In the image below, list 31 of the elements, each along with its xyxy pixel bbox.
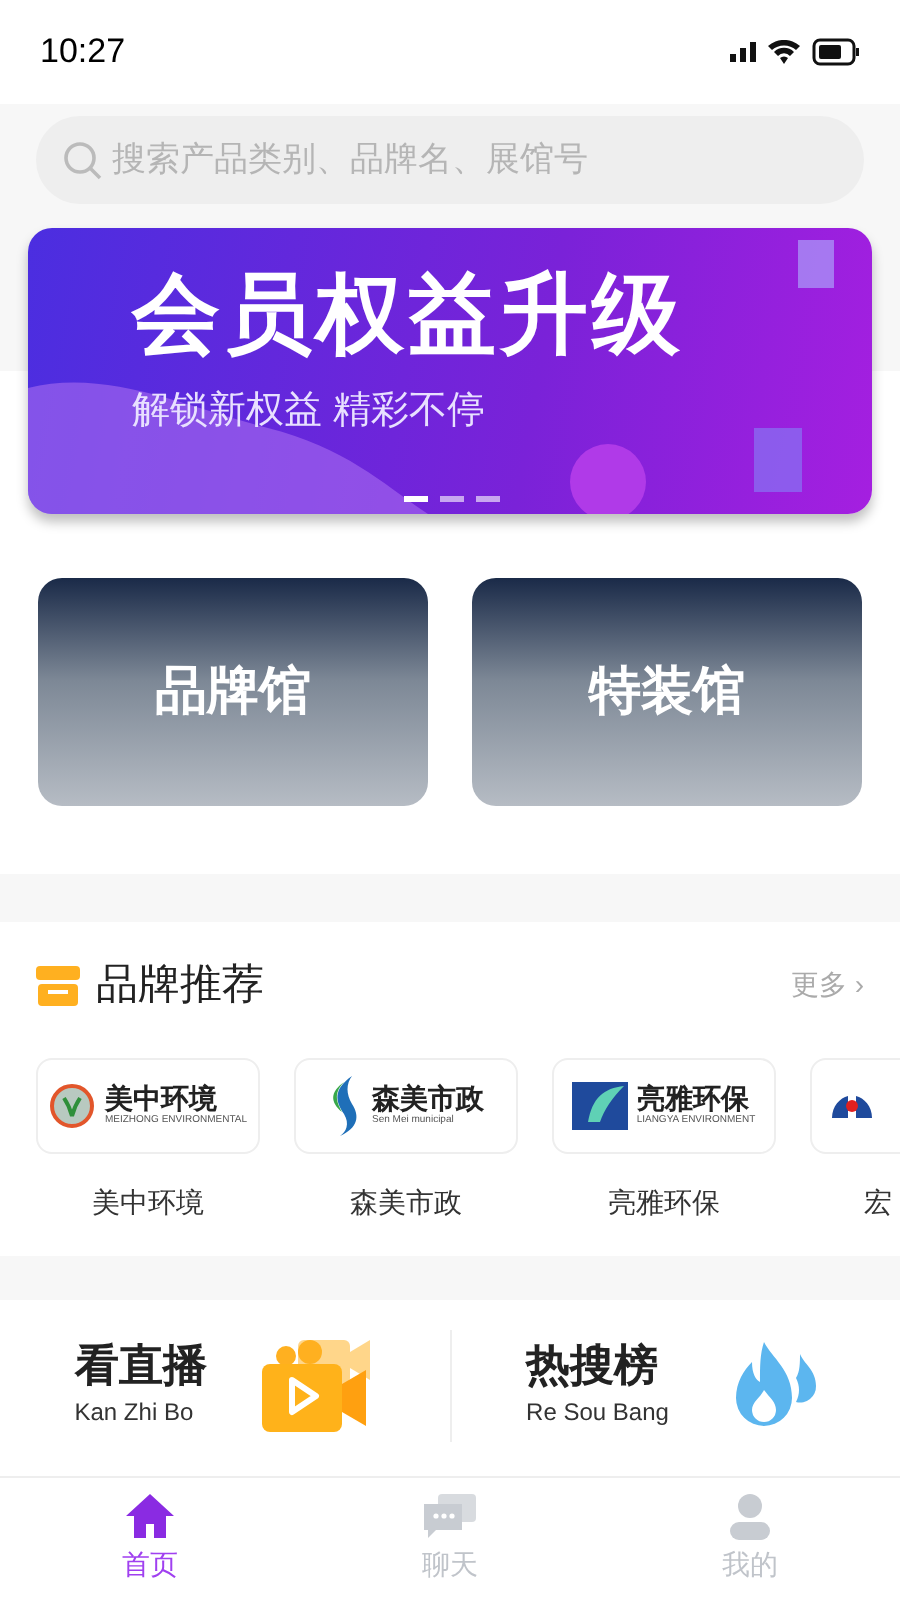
- banner-subtitle: 解锁新权益 精彩不停: [132, 388, 487, 436]
- square-logo-icon: [572, 1081, 629, 1129]
- logo-name: 亮雅环保: [636, 1084, 751, 1112]
- feature-subtitle: Re Sou Bang: [526, 1396, 669, 1431]
- wifi-icon: [768, 40, 800, 64]
- leaf-logo-icon: [48, 1081, 97, 1129]
- logo-name: 美中环境: [104, 1084, 219, 1112]
- chat-icon: [422, 1492, 478, 1540]
- signal-icon: [730, 42, 756, 62]
- section-title: 品牌推荐: [96, 960, 264, 1012]
- search-bar[interactable]: 搜索产品类别、品牌名、展馆号: [36, 116, 864, 204]
- brand-name: 美中环境: [92, 1183, 204, 1221]
- battery-icon: [812, 38, 860, 66]
- search-icon: [60, 138, 104, 182]
- logo-name: 森美市政: [372, 1084, 484, 1112]
- hall-label: 特装馆: [589, 659, 745, 725]
- brand-name: 森美市政: [350, 1183, 462, 1221]
- video-camera-icon: [262, 1335, 375, 1435]
- tab-bar-item[interactable]: 首页: [0, 1478, 300, 1600]
- brand-name: 宏: [862, 1183, 892, 1221]
- feature-subtitle: Kan Zhi Bo: [74, 1396, 196, 1431]
- banner-title: 会员权益升级: [132, 272, 686, 360]
- status-time: 10:27: [40, 30, 126, 75]
- promo-banner[interactable]: 会员权益升级 解锁新权益 精彩不停: [28, 228, 872, 514]
- home-icon: [124, 1492, 176, 1540]
- feature-title[interactable]: 热搜榜: [526, 1339, 669, 1395]
- hall-label: 品牌馆: [155, 659, 311, 725]
- shop-icon: [36, 965, 80, 1006]
- brand-name: 亮雅环保: [608, 1183, 720, 1221]
- user-icon: [728, 1492, 772, 1540]
- feature-title[interactable]: 看直播: [74, 1339, 207, 1395]
